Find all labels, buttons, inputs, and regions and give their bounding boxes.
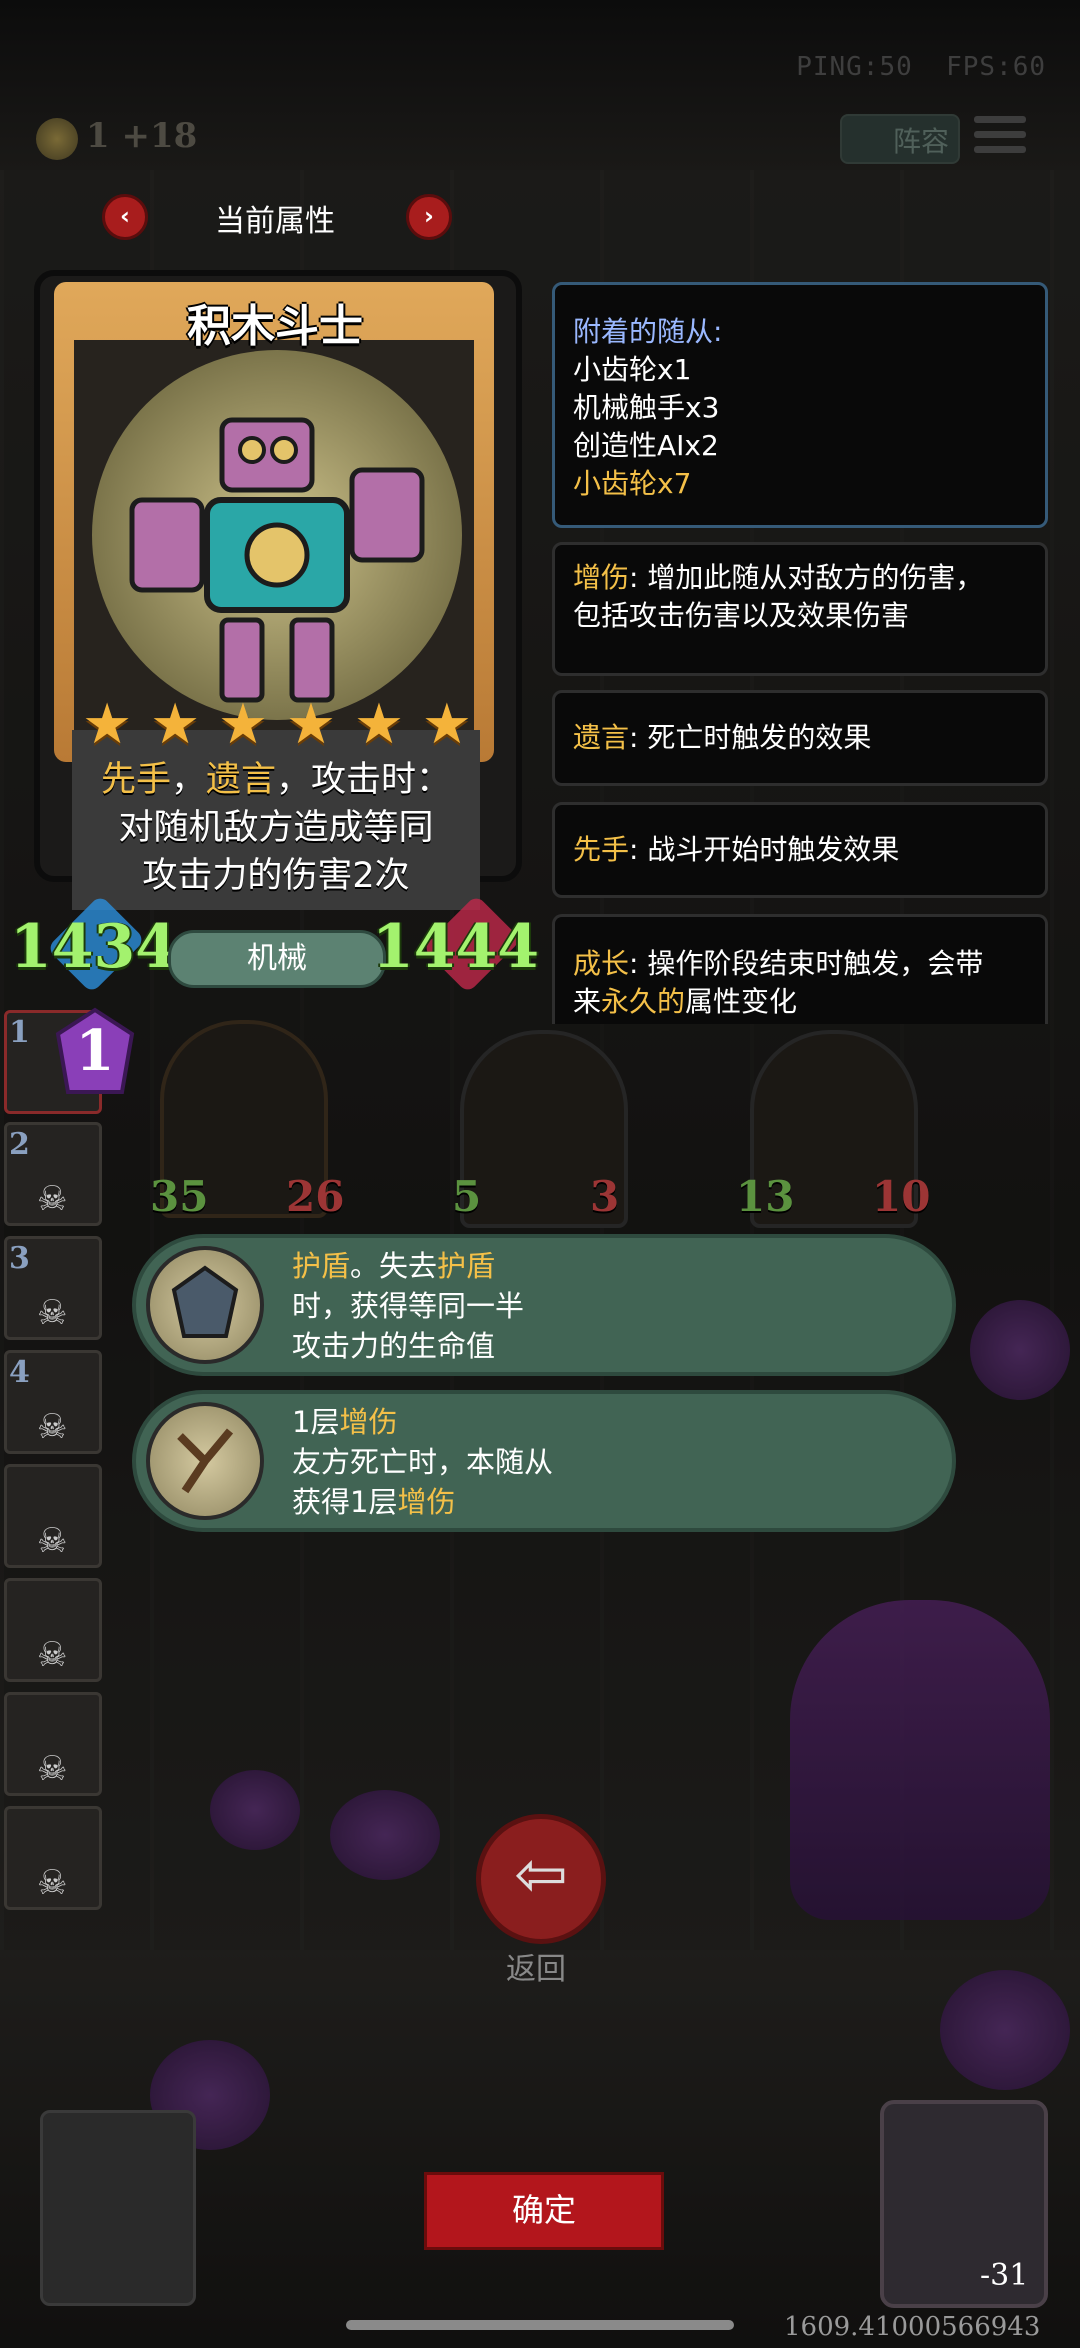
star-rating: ★ ★ ★ ★ ★ ★ [82, 692, 472, 757]
skull-icon: ☠ [37, 1635, 68, 1675]
skull-icon: ☠ [37, 1863, 68, 1903]
skull-icon: ☠ [37, 1407, 68, 1447]
attached-heading: 附着的随从: [573, 315, 723, 348]
sidebar-slot[interactable]: ☠ [4, 1692, 102, 1796]
treasure-chest-icon[interactable] [40, 2110, 196, 2306]
debug-readout: 1609.41000566943 [784, 2312, 1041, 2342]
attached-item-highlight: 小齿轮x7 [573, 467, 692, 500]
sidebar-slot[interactable]: ☠ [4, 1464, 102, 1568]
attached-minions-panel: 附着的随从: 小齿轮x1 机械触手x3 创造性AIx2 小齿轮x7 [552, 282, 1048, 528]
ability-line: 对随机敌方造成等同 [118, 808, 434, 848]
star-icon: ★ [421, 692, 472, 757]
hero-health: -31 [980, 2258, 1029, 2293]
keyword-term: 先手 [573, 833, 630, 866]
shield-emblem-icon [146, 1246, 264, 1364]
tooltip-text: 护盾。失去护盾 时，获得等同一半 攻击力的生命值 [292, 1249, 525, 1363]
keyword-first-strike: 先手 [100, 760, 171, 800]
slingshot-icon [146, 1402, 264, 1520]
back-label: 返回 [506, 1952, 566, 1987]
tier-number: 1 [75, 1018, 115, 1084]
sidebar-slot[interactable]: ☠ [4, 1806, 102, 1910]
next-attribute-button[interactable]: › [406, 194, 452, 240]
ability-line: 攻击力的伤害2次 [142, 856, 410, 896]
gold-amount: 1 [86, 116, 110, 156]
attached-item: 创造性AIx2 [573, 429, 719, 462]
gold-counter: 1 +18 [86, 116, 197, 156]
menu-icon[interactable] [974, 116, 1026, 158]
star-icon: ★ [353, 692, 405, 757]
card-health: 1444 [372, 912, 539, 982]
sidebar-slot[interactable]: 3 ☠ [4, 1236, 102, 1340]
sidebar-slot[interactable]: 2 ☠ [4, 1122, 102, 1226]
card-name: 积木斗士 [187, 301, 363, 352]
ping-readout: PING:50 [796, 52, 913, 82]
keyword-term: 成长 [573, 947, 630, 980]
divine-shield-tooltip: 护盾。失去护盾 时，获得等同一半 攻击力的生命值 [132, 1234, 956, 1376]
prev-attribute-button[interactable]: ‹ [102, 194, 148, 240]
keyword-term: 遗言 [573, 721, 630, 754]
network-stats: PING:50 FPS:60 [796, 52, 1046, 82]
star-icon: ★ [82, 692, 133, 757]
back-arrow-icon[interactable]: ⇦ [476, 1814, 606, 1944]
skull-icon: ☠ [37, 1521, 68, 1561]
sidebar-slot[interactable]: 4 ☠ [4, 1350, 102, 1454]
star-icon: ★ [217, 692, 269, 757]
star-icon: ★ [285, 692, 337, 757]
tribe-badge: 机械 [168, 930, 386, 988]
keyword-panel-damage-boost: 增伤: 增加此随从对敌方的伤害， 包括攻击伤害以及效果伤害 [552, 542, 1048, 676]
tier-badge: 1 [50, 1006, 140, 1096]
confirm-button[interactable]: 确定 [424, 2172, 664, 2250]
gold-coin-icon [36, 118, 78, 160]
attached-item: 机械触手x3 [573, 391, 720, 424]
sidebar-slot[interactable]: ☠ [4, 1578, 102, 1682]
keyword-panel-growth: 成长: 操作阶段结束时触发，会带 来永久的属性变化 [552, 914, 1048, 1024]
star-icon: ★ [149, 692, 201, 757]
keyword-deathrattle: 遗言 [206, 760, 277, 800]
keyword-panel-deathrattle: 遗言: 死亡时触发的效果 [552, 690, 1048, 786]
skull-icon: ☠ [37, 1293, 68, 1333]
attached-item: 小齿轮x1 [573, 353, 692, 386]
fps-readout: FPS:60 [946, 52, 1046, 82]
home-indicator [346, 2320, 734, 2330]
skull-icon: ☠ [37, 1179, 68, 1219]
card-ability-text: 先手，遗言，攻击时： 对随机敌方造成等同 攻击力的伤害2次 [72, 756, 480, 900]
keyword-term: 增伤 [573, 561, 630, 594]
gold-income: +18 [121, 116, 198, 156]
skull-icon: ☠ [37, 1749, 68, 1789]
lineup-label: 阵容 [893, 125, 950, 158]
attribute-title: 当前属性 [215, 204, 335, 239]
damage-boost-tooltip: 1层增伤 友方死亡时，本随从 获得1层增伤 [132, 1390, 956, 1532]
card-attack: 1434 [10, 912, 177, 982]
keyword-panel-first-strike: 先手: 战斗开始时触发效果 [552, 802, 1048, 898]
robot-portrait [92, 350, 462, 720]
tooltip-text: 1层增伤 友方死亡时，本随从 获得1层增伤 [292, 1405, 554, 1519]
